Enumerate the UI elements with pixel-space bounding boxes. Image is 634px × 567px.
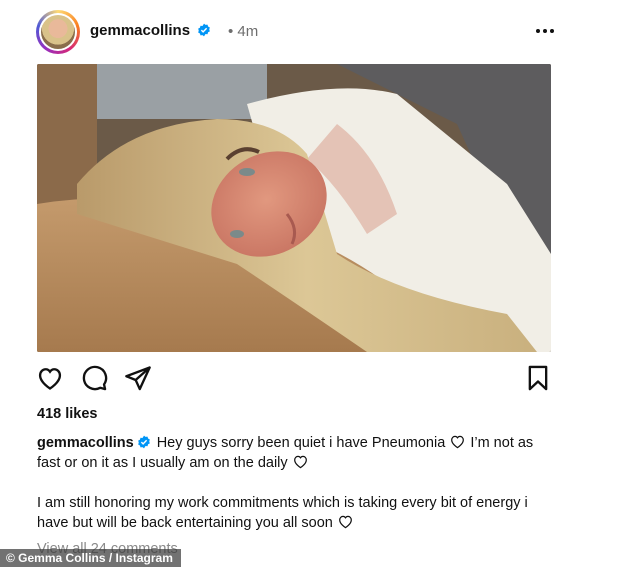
post-username[interactable]: gemmacollins xyxy=(90,22,211,39)
photo-credit: © Gemma Collins / Instagram xyxy=(0,549,181,567)
caption-paragraph-2: I am still honoring my work commitments … xyxy=(37,493,557,533)
username-text[interactable]: gemmacollins xyxy=(90,22,190,39)
verified-badge-icon xyxy=(198,23,211,37)
caption-text-1: Hey guys sorry been quiet i have Pneumon… xyxy=(156,435,446,451)
heart-emoji-icon xyxy=(451,435,465,449)
heart-icon[interactable] xyxy=(36,364,64,392)
caption-username[interactable]: gemmacollins xyxy=(37,435,134,451)
caption-text-2: I am still honoring my work commitments … xyxy=(37,495,528,531)
post-caption: gemmacollins Hey guys sorry been quiet i… xyxy=(37,433,557,553)
avatar[interactable] xyxy=(36,10,80,54)
comment-icon[interactable] xyxy=(80,364,108,392)
share-icon[interactable] xyxy=(124,364,152,392)
bookmark-icon[interactable] xyxy=(524,364,552,392)
caption-paragraph-1: gemmacollins Hey guys sorry been quiet i… xyxy=(37,433,557,473)
post-actions xyxy=(36,364,552,394)
post-time: • 4m xyxy=(228,23,259,40)
like-count[interactable]: 418 likes xyxy=(37,406,97,422)
post-photo-image xyxy=(37,64,551,352)
post-header: gemmacollins • 4m xyxy=(36,10,556,54)
verified-badge-icon xyxy=(137,435,150,449)
more-options-icon[interactable] xyxy=(534,24,556,38)
heart-emoji-icon xyxy=(293,455,307,469)
post-photo[interactable] xyxy=(37,64,551,352)
heart-emoji-icon xyxy=(338,515,352,529)
